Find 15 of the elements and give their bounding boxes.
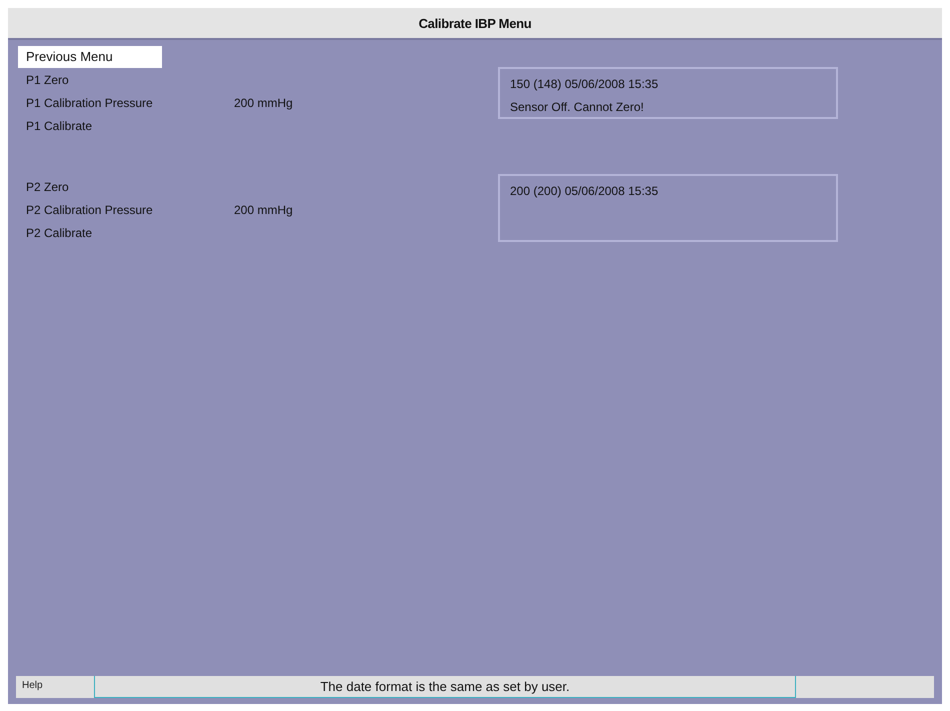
status-text: 150 (148) 05/06/2008 15:35 — [510, 76, 660, 93]
status-text: Sensor Off. Cannot Zero! — [510, 99, 645, 116]
status-text: 200 (200) 05/06/2008 15:35 — [510, 183, 660, 200]
previous-menu-item[interactable]: Previous Menu — [18, 46, 162, 68]
menu-item[interactable]: P1 Calibrate — [18, 114, 234, 136]
menu-item[interactable]: P2 Calibration Pressure — [18, 198, 234, 220]
menu-item[interactable]: P1 Zero — [18, 68, 234, 90]
help-message: The date format is the same as set by user. — [94, 676, 796, 698]
help-label: Help — [21, 679, 44, 693]
setting-value: 200 mmHg — [234, 202, 293, 216]
menu-item[interactable]: P2 Calibrate — [18, 222, 234, 244]
menu-item[interactable]: P1 Calibration Pressure — [18, 92, 234, 114]
setting-value: 200 mmHg — [234, 96, 293, 110]
menu-item[interactable]: P2 Zero — [18, 176, 234, 198]
window-title: Calibrate IBP Menu — [418, 16, 532, 30]
